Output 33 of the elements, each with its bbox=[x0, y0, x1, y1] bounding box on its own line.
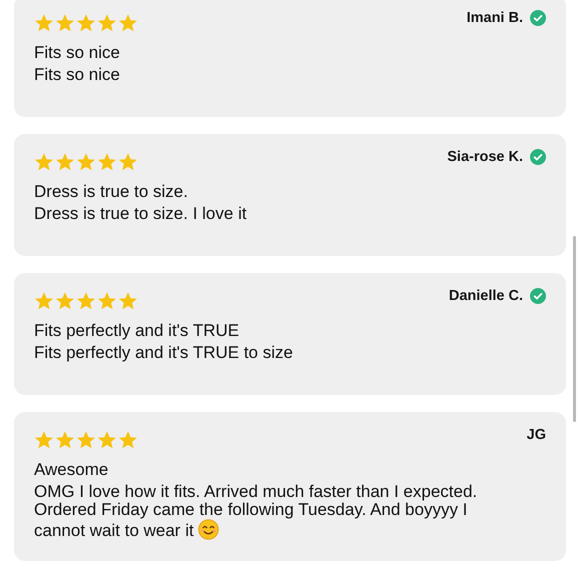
star-icon bbox=[34, 291, 54, 311]
star-icon bbox=[34, 430, 54, 450]
review-title: Awesome bbox=[34, 459, 110, 481]
star-icon bbox=[97, 152, 117, 172]
review-text: Dress is true to size. I love it bbox=[34, 204, 247, 223]
review-text: Fits so nice bbox=[34, 65, 120, 84]
star-icon bbox=[55, 430, 75, 450]
star-icon bbox=[118, 291, 138, 311]
scrollbar[interactable] bbox=[573, 236, 576, 422]
reviewer-name: Danielle C. bbox=[448, 288, 523, 304]
review-text: OMG I love how it fits. Arrived much faster than I expected. Ordered Friday came the following Tuesday. And boyyyy I cannot wait to wear it bbox=[34, 482, 478, 540]
star-icon bbox=[34, 152, 54, 172]
star-icon bbox=[118, 430, 138, 450]
star-icon bbox=[76, 152, 96, 172]
star-icon bbox=[76, 291, 96, 311]
star-icon bbox=[118, 13, 138, 33]
star-icon bbox=[55, 13, 75, 33]
review-text: Fits perfectly and it's TRUE to size bbox=[34, 343, 293, 362]
review-title: Fits perfectly and it's TRUE bbox=[34, 320, 240, 342]
review-title: Fits so nice bbox=[34, 42, 121, 64]
reviewer-name: Sia-rose K. bbox=[447, 149, 523, 165]
star-icon bbox=[34, 13, 54, 33]
star-icon bbox=[118, 152, 138, 172]
star-icon bbox=[76, 430, 96, 450]
star-icon bbox=[97, 430, 117, 450]
review-title: Dress is true to size. bbox=[34, 181, 189, 203]
star-icon bbox=[76, 13, 96, 33]
star-icon bbox=[55, 291, 75, 311]
star-icon bbox=[97, 13, 117, 33]
reviewer-name: JG bbox=[526, 427, 546, 443]
star-icon bbox=[97, 291, 117, 311]
reviewer-name: Imani B. bbox=[466, 10, 523, 26]
star-icon bbox=[55, 152, 75, 172]
